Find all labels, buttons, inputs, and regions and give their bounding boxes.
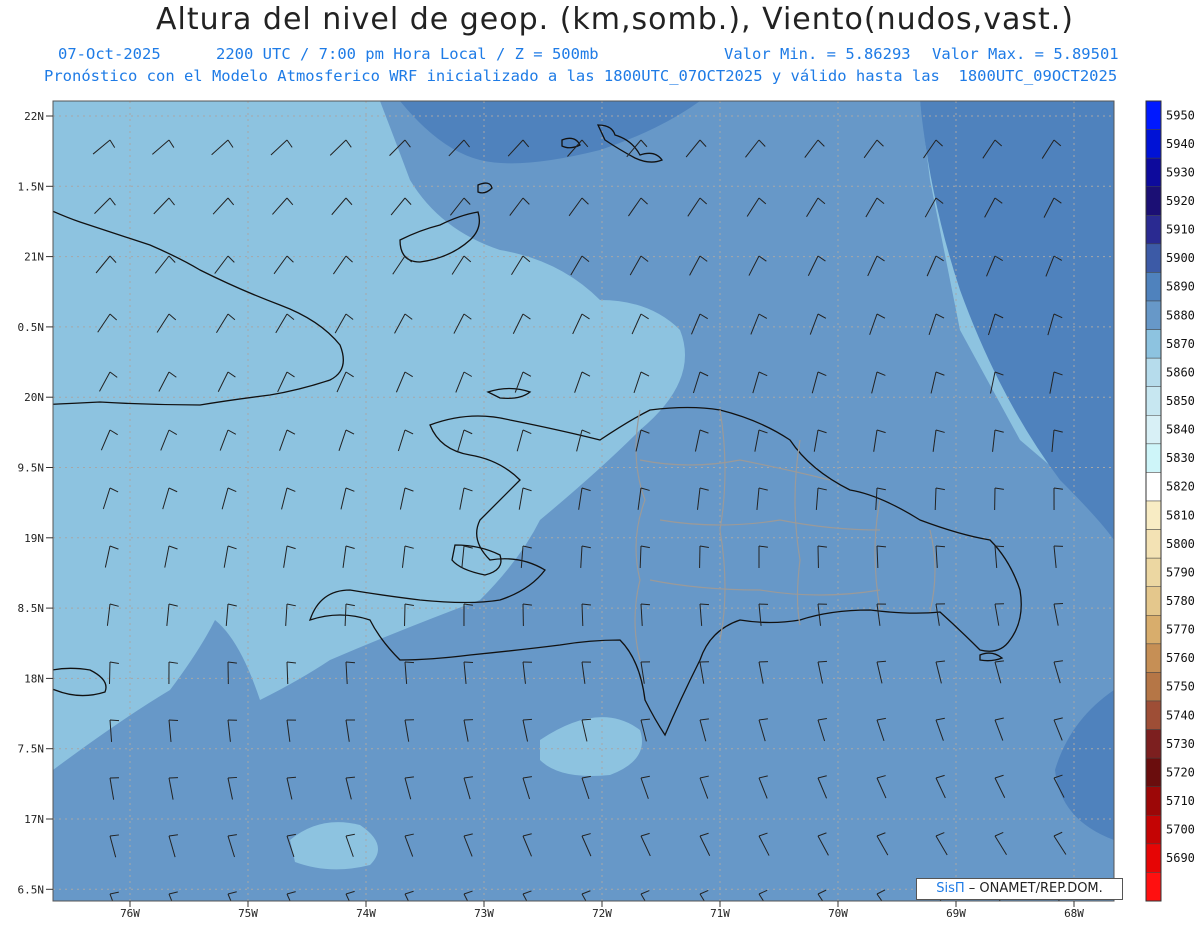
map-figure: 22N 1.5N 21N 0.5N 20N 9.5N 19N 8.5N 18N 7.5N 17N 6.… [18, 100, 1195, 920]
lon-tick-label: 68W [1064, 907, 1084, 920]
colorbar-swatch [1145, 615, 1162, 645]
colorbar-swatch [1145, 843, 1162, 873]
lat-tick-label: 1.5N [18, 180, 45, 193]
lat-tick-label: 18N [24, 672, 44, 685]
lat-tick-label: 7.5N [18, 743, 45, 756]
lat-tick-label: 0.5N [18, 321, 45, 334]
colorbar-swatch [1145, 357, 1162, 387]
map-plot-area [53, 101, 1114, 901]
colorbar-swatch [1145, 100, 1162, 130]
credit-text: – ONAMET/REP.DOM. [968, 881, 1103, 896]
latitude-axis: 22N 1.5N 21N 0.5N 20N 9.5N 19N 8.5N 18N 7.5N 17N 6.… [18, 110, 53, 896]
colorbar-swatch [1145, 186, 1162, 216]
colorbar-swatch [1145, 557, 1162, 587]
colorbar-swatch [1145, 300, 1162, 330]
colorbar-label: 5880 [1166, 308, 1195, 322]
wind-barb-feather [522, 718, 533, 721]
colorbar-swatch [1145, 157, 1162, 187]
colorbar-label: 5730 [1166, 737, 1195, 751]
colorbar-label: 5860 [1166, 365, 1195, 379]
colorbar-label: 5720 [1166, 765, 1195, 779]
longitude-axis: 76W 75W 74W 73W 72W 71W 70W 69W 68W [120, 901, 1084, 920]
colorbar-label: 5820 [1166, 480, 1195, 494]
colorbar-swatch [1145, 700, 1162, 730]
colorbar-label: 5840 [1166, 423, 1195, 437]
wind-barb-feather [817, 660, 828, 663]
lat-tick-label: 8.5N [18, 602, 45, 615]
wind-barb-staff [108, 661, 111, 685]
colorbar-swatch [1145, 472, 1162, 502]
colorbar-swatch [1145, 586, 1162, 616]
lat-tick-label: 17N [24, 813, 44, 826]
colorbar-swatch [1145, 129, 1162, 159]
colorbar-swatch [1145, 272, 1162, 302]
lat-tick-label: 19N [24, 532, 44, 545]
colorbar-label: 5690 [1166, 851, 1195, 865]
colorbar-swatch [1145, 729, 1162, 759]
colorbar-swatch [1145, 329, 1162, 359]
wind-barb-feather [404, 661, 415, 664]
colorbar-label: 5850 [1166, 394, 1195, 408]
colorbar-label: 5940 [1166, 137, 1195, 151]
colorbar: 5950 5940 5930 5920 5910 5900 5890 5880 5870 5860… [1145, 100, 1195, 902]
colorbar-label: 5890 [1166, 280, 1195, 294]
lon-tick-label: 71W [710, 907, 730, 920]
lon-tick-label: 74W [356, 907, 376, 920]
colorbar-swatch [1145, 415, 1162, 445]
lat-tick-label: 22N [24, 110, 44, 123]
colorbar-swatch [1145, 215, 1162, 245]
colorbar-swatch [1145, 529, 1162, 559]
colorbar-label: 5930 [1166, 165, 1195, 179]
colorbar-label: 5950 [1166, 108, 1195, 122]
colorbar-label: 5740 [1166, 708, 1195, 722]
colorbar-label: 5700 [1166, 823, 1195, 837]
colorbar-swatch [1145, 643, 1162, 673]
colorbar-swatch [1145, 386, 1162, 416]
lat-tick-label: 20N [24, 391, 44, 404]
colorbar-label: 5910 [1166, 223, 1195, 237]
lat-tick-label: 9.5N [18, 462, 45, 475]
colorbar-swatch [1145, 672, 1162, 702]
lon-tick-label: 70W [828, 907, 848, 920]
colorbar-label: 5900 [1166, 251, 1195, 265]
colorbar-label: 5870 [1166, 337, 1195, 351]
colorbar-swatch [1145, 757, 1162, 787]
colorbar-swatch [1145, 500, 1162, 530]
colorbar-label: 5770 [1166, 623, 1195, 637]
colorbar-label: 5750 [1166, 680, 1195, 694]
colorbar-label: 5830 [1166, 451, 1195, 465]
colorbar-swatch [1145, 243, 1162, 273]
colorbar-swatch [1145, 786, 1162, 816]
lon-tick-label: 75W [238, 907, 258, 920]
colorbar-label: 5920 [1166, 194, 1195, 208]
colorbar-swatch [1145, 443, 1162, 473]
colorbar-label: 5800 [1166, 537, 1195, 551]
credit-brand: SisΠ [936, 881, 965, 896]
colorbar-label: 5760 [1166, 651, 1195, 665]
colorbar-label: 5710 [1166, 794, 1195, 808]
wind-barb-feather [994, 545, 1005, 548]
colorbar-label: 5810 [1166, 508, 1195, 522]
credit-box: SisΠ – ONAMET/REP.DOM. [916, 878, 1123, 900]
wind-barb-feather [699, 603, 710, 606]
lon-tick-label: 72W [592, 907, 612, 920]
wind-barb-feather [227, 776, 238, 779]
colorbar-label: 5790 [1166, 565, 1195, 579]
lon-tick-label: 69W [946, 907, 966, 920]
colorbar-swatch [1145, 815, 1162, 845]
colorbar-label: 5780 [1166, 594, 1195, 608]
lon-tick-label: 73W [474, 907, 494, 920]
lat-tick-label: 21N [24, 251, 44, 264]
lon-tick-label: 76W [120, 907, 140, 920]
lat-tick-label: 6.5N [18, 883, 45, 896]
wind-barb-feather [109, 719, 120, 722]
colorbar-swatch [1145, 872, 1162, 902]
